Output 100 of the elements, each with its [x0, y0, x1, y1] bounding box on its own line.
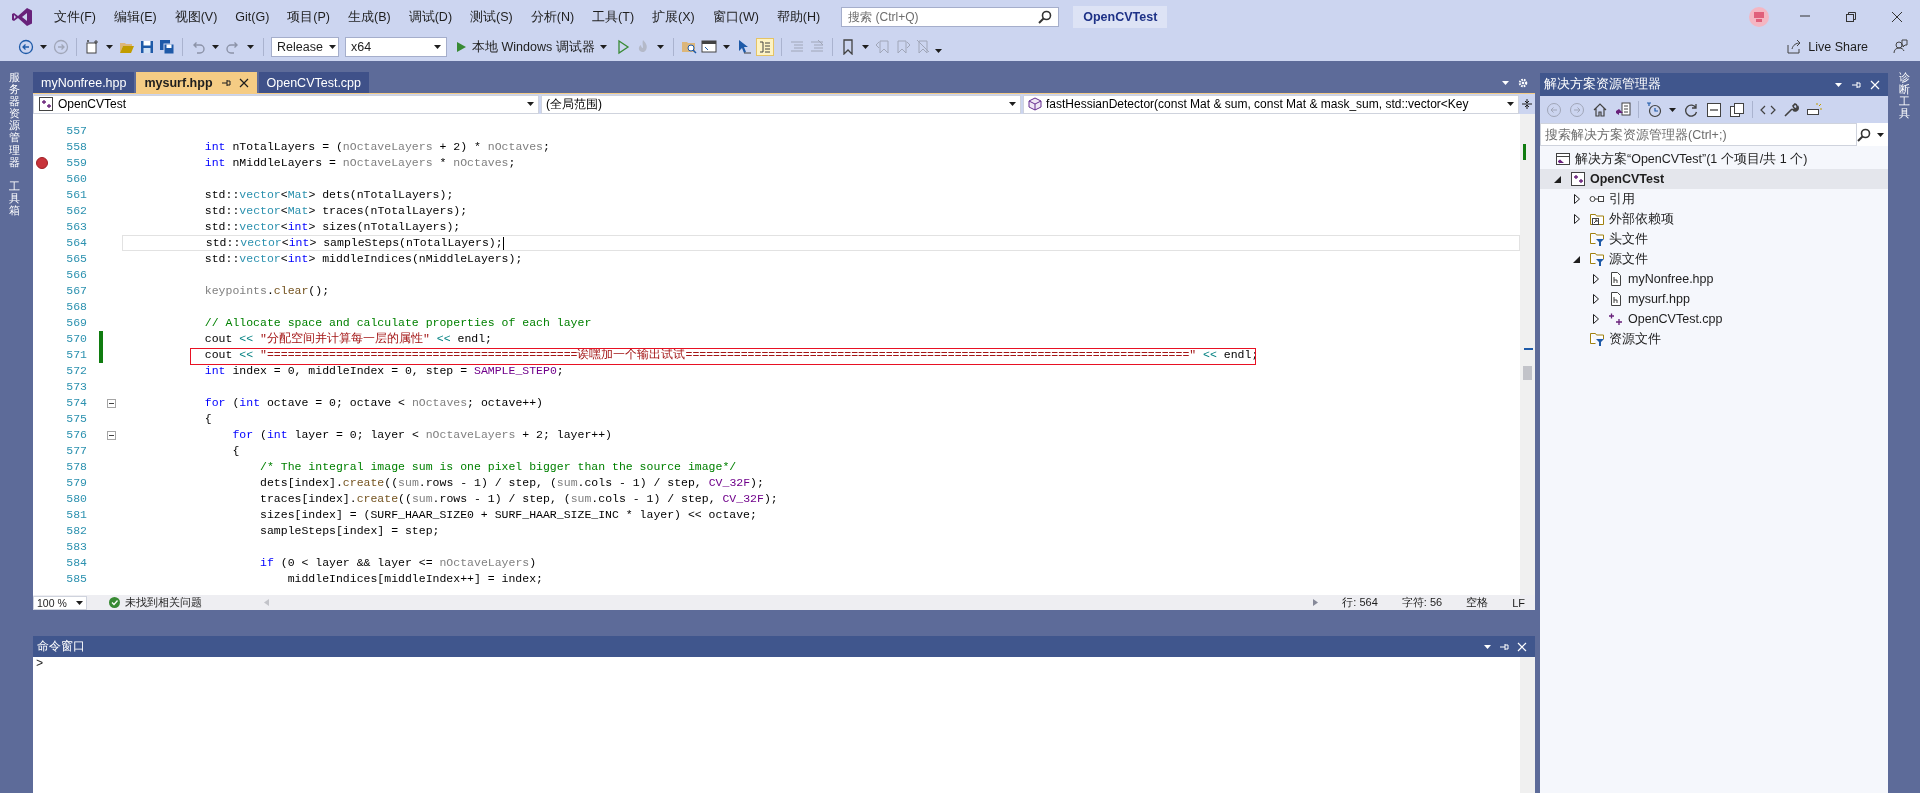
tree-item[interactable]: mysurf.hpp [1540, 289, 1888, 309]
search-field[interactable]: 搜索解决方案资源管理器(Ctrl+;) [1540, 123, 1857, 146]
menu-item[interactable]: 调试(D) [399, 5, 462, 28]
code-line: std::vector<Mat> dets(nTotalLayers); [203, 187, 454, 203]
platform-dropdown[interactable]: x64 [345, 37, 447, 57]
caret-icon [328, 45, 336, 49]
tree-item[interactable]: OpenCVTest [1540, 169, 1888, 189]
line-number: 564 [65, 235, 87, 251]
side-panel-tab[interactable]: 诊断工具 [1896, 71, 1912, 120]
document-tab[interactable]: mysurf.hpp [136, 72, 257, 93]
line-number: 559 [65, 155, 87, 171]
line-number: 579 [65, 475, 87, 491]
side-panel-tab[interactable]: 工具箱 [6, 179, 22, 217]
save-icon[interactable] [139, 39, 155, 55]
menu-item[interactable]: 生成(B) [339, 5, 400, 28]
code-line: sampleSteps[index] = step; [259, 523, 440, 539]
tree-item[interactable]: 头文件 [1540, 229, 1888, 249]
menu-item[interactable]: 分析(N) [521, 5, 584, 28]
document-tab[interactable]: OpenCVTest.cpp [258, 72, 370, 93]
line-number: 570 [65, 331, 87, 347]
menu-item[interactable]: 帮助(H) [767, 5, 830, 28]
caret-icon [599, 45, 607, 49]
scope-dropdown[interactable]: (全局范围) [541, 94, 1021, 114]
window-layout-icon[interactable] [700, 39, 717, 55]
expanded-arrow-icon[interactable] [1573, 255, 1580, 263]
tree-item[interactable]: 资源文件 [1540, 329, 1888, 349]
indentation-indicator[interactable]: 空格 [1466, 595, 1489, 610]
start-debugging-button[interactable]: 本地 Windows 调试器 [451, 36, 611, 58]
project-dropdown[interactable]: OpenCVTest [33, 94, 539, 114]
show-all-files-icon[interactable] [1729, 101, 1745, 118]
collapsed-arrow-icon[interactable] [1592, 274, 1599, 284]
project-icon [1570, 171, 1586, 187]
tree-item[interactable]: 解决方案“OpenCVTest”(1 个项目/共 1 个) [1540, 149, 1888, 169]
line-number: 562 [65, 203, 87, 219]
configuration-dropdown[interactable]: Release [271, 37, 339, 57]
tab-list-icon[interactable] [1502, 80, 1509, 85]
caret-icon [1669, 107, 1676, 112]
split-icon[interactable] [1521, 98, 1533, 110]
solution-icon [1555, 151, 1571, 167]
menu-item[interactable]: 文件(F) [45, 5, 105, 28]
close-icon[interactable] [1891, 10, 1903, 23]
new-item-icon[interactable] [84, 39, 100, 55]
save-all-icon[interactable] [159, 39, 175, 55]
switch-views-icon[interactable] [1615, 101, 1631, 118]
line-ending-indicator[interactable]: LF [1512, 596, 1525, 609]
menu-item[interactable]: 工具(T) [583, 5, 644, 28]
collapsed-arrow-icon[interactable] [1592, 294, 1599, 304]
line-number: 574 [65, 395, 87, 411]
refresh-icon[interactable] [1683, 101, 1699, 118]
zoom-dropdown[interactable]: 100 % [33, 595, 87, 610]
restore-icon[interactable] [1845, 10, 1857, 23]
preview-icon[interactable] [1806, 101, 1822, 118]
find-in-files-icon[interactable] [680, 39, 697, 55]
close-icon[interactable] [238, 77, 249, 88]
live-share-button[interactable]: Live Share [1786, 39, 1868, 55]
menu-item[interactable]: Git(G) [226, 5, 279, 28]
tree-item[interactable]: 外部依赖项 [1540, 209, 1888, 229]
document-tab[interactable]: myNonfree.hpp [33, 72, 135, 93]
scroll-right-icon[interactable] [1313, 599, 1319, 606]
caret-icon [247, 45, 254, 49]
member-dropdown[interactable]: fastHessianDetector(const Mat & sum, const Mat & mask_sum, std::vector<Key [1023, 94, 1519, 114]
panel-menu-icon[interactable] [1835, 82, 1842, 87]
tree-item[interactable]: 源文件 [1540, 249, 1888, 269]
collapsed-arrow-icon[interactable] [1573, 214, 1580, 224]
panel-menu-icon[interactable] [1484, 644, 1491, 649]
line-indicator[interactable]: 行: 564 [1342, 595, 1378, 610]
caret-icon [1507, 102, 1514, 106]
settings-icon[interactable] [1517, 76, 1529, 89]
tree-item[interactable]: 引用 [1540, 189, 1888, 209]
tree-item[interactable]: myNonfree.hpp [1540, 269, 1888, 289]
column-indicator[interactable]: 字符: 56 [1401, 595, 1443, 610]
collapse-icon[interactable] [107, 430, 116, 440]
filter-folder-icon [1589, 231, 1605, 247]
menu-item[interactable]: 项目(P) [278, 5, 339, 28]
menu-item[interactable]: 测试(S) [461, 5, 522, 28]
vertical-scrollbar[interactable] [1520, 657, 1535, 793]
home-icon[interactable] [1592, 101, 1608, 118]
collapsed-arrow-icon[interactable] [1573, 194, 1580, 204]
search-icon[interactable] [1857, 127, 1871, 142]
cpp-file-icon [1608, 311, 1624, 327]
collapse-icon[interactable] [107, 398, 116, 408]
vertical-scrollbar[interactable] [1520, 114, 1535, 595]
expanded-arrow-icon[interactable] [1554, 175, 1561, 183]
tree-item[interactable]: OpenCVTest.cpp [1540, 309, 1888, 329]
pending-changes-filter-icon[interactable] [1646, 101, 1662, 118]
filter-folder-icon [1589, 251, 1605, 267]
feedback-icon[interactable] [1892, 39, 1908, 55]
menu-item[interactable]: 窗口(W) [703, 5, 768, 28]
collapse-all-icon[interactable] [1706, 101, 1722, 118]
menu-item[interactable]: 视图(V) [165, 5, 227, 28]
wrench-icon[interactable] [1783, 101, 1799, 118]
collapsed-arrow-icon[interactable] [1592, 314, 1599, 324]
header-file-icon [1608, 291, 1624, 307]
side-panel-tab[interactable]: 服务器资源管理器 [6, 71, 22, 168]
back-icon[interactable] [18, 39, 34, 55]
menu-item[interactable]: 编辑(E) [104, 5, 166, 28]
issues-status[interactable]: 未找到相关问题 [125, 595, 202, 610]
command-prompt: > [35, 657, 44, 673]
menu-item[interactable]: 扩展(X) [643, 5, 704, 28]
line-number: 567 [65, 283, 87, 299]
